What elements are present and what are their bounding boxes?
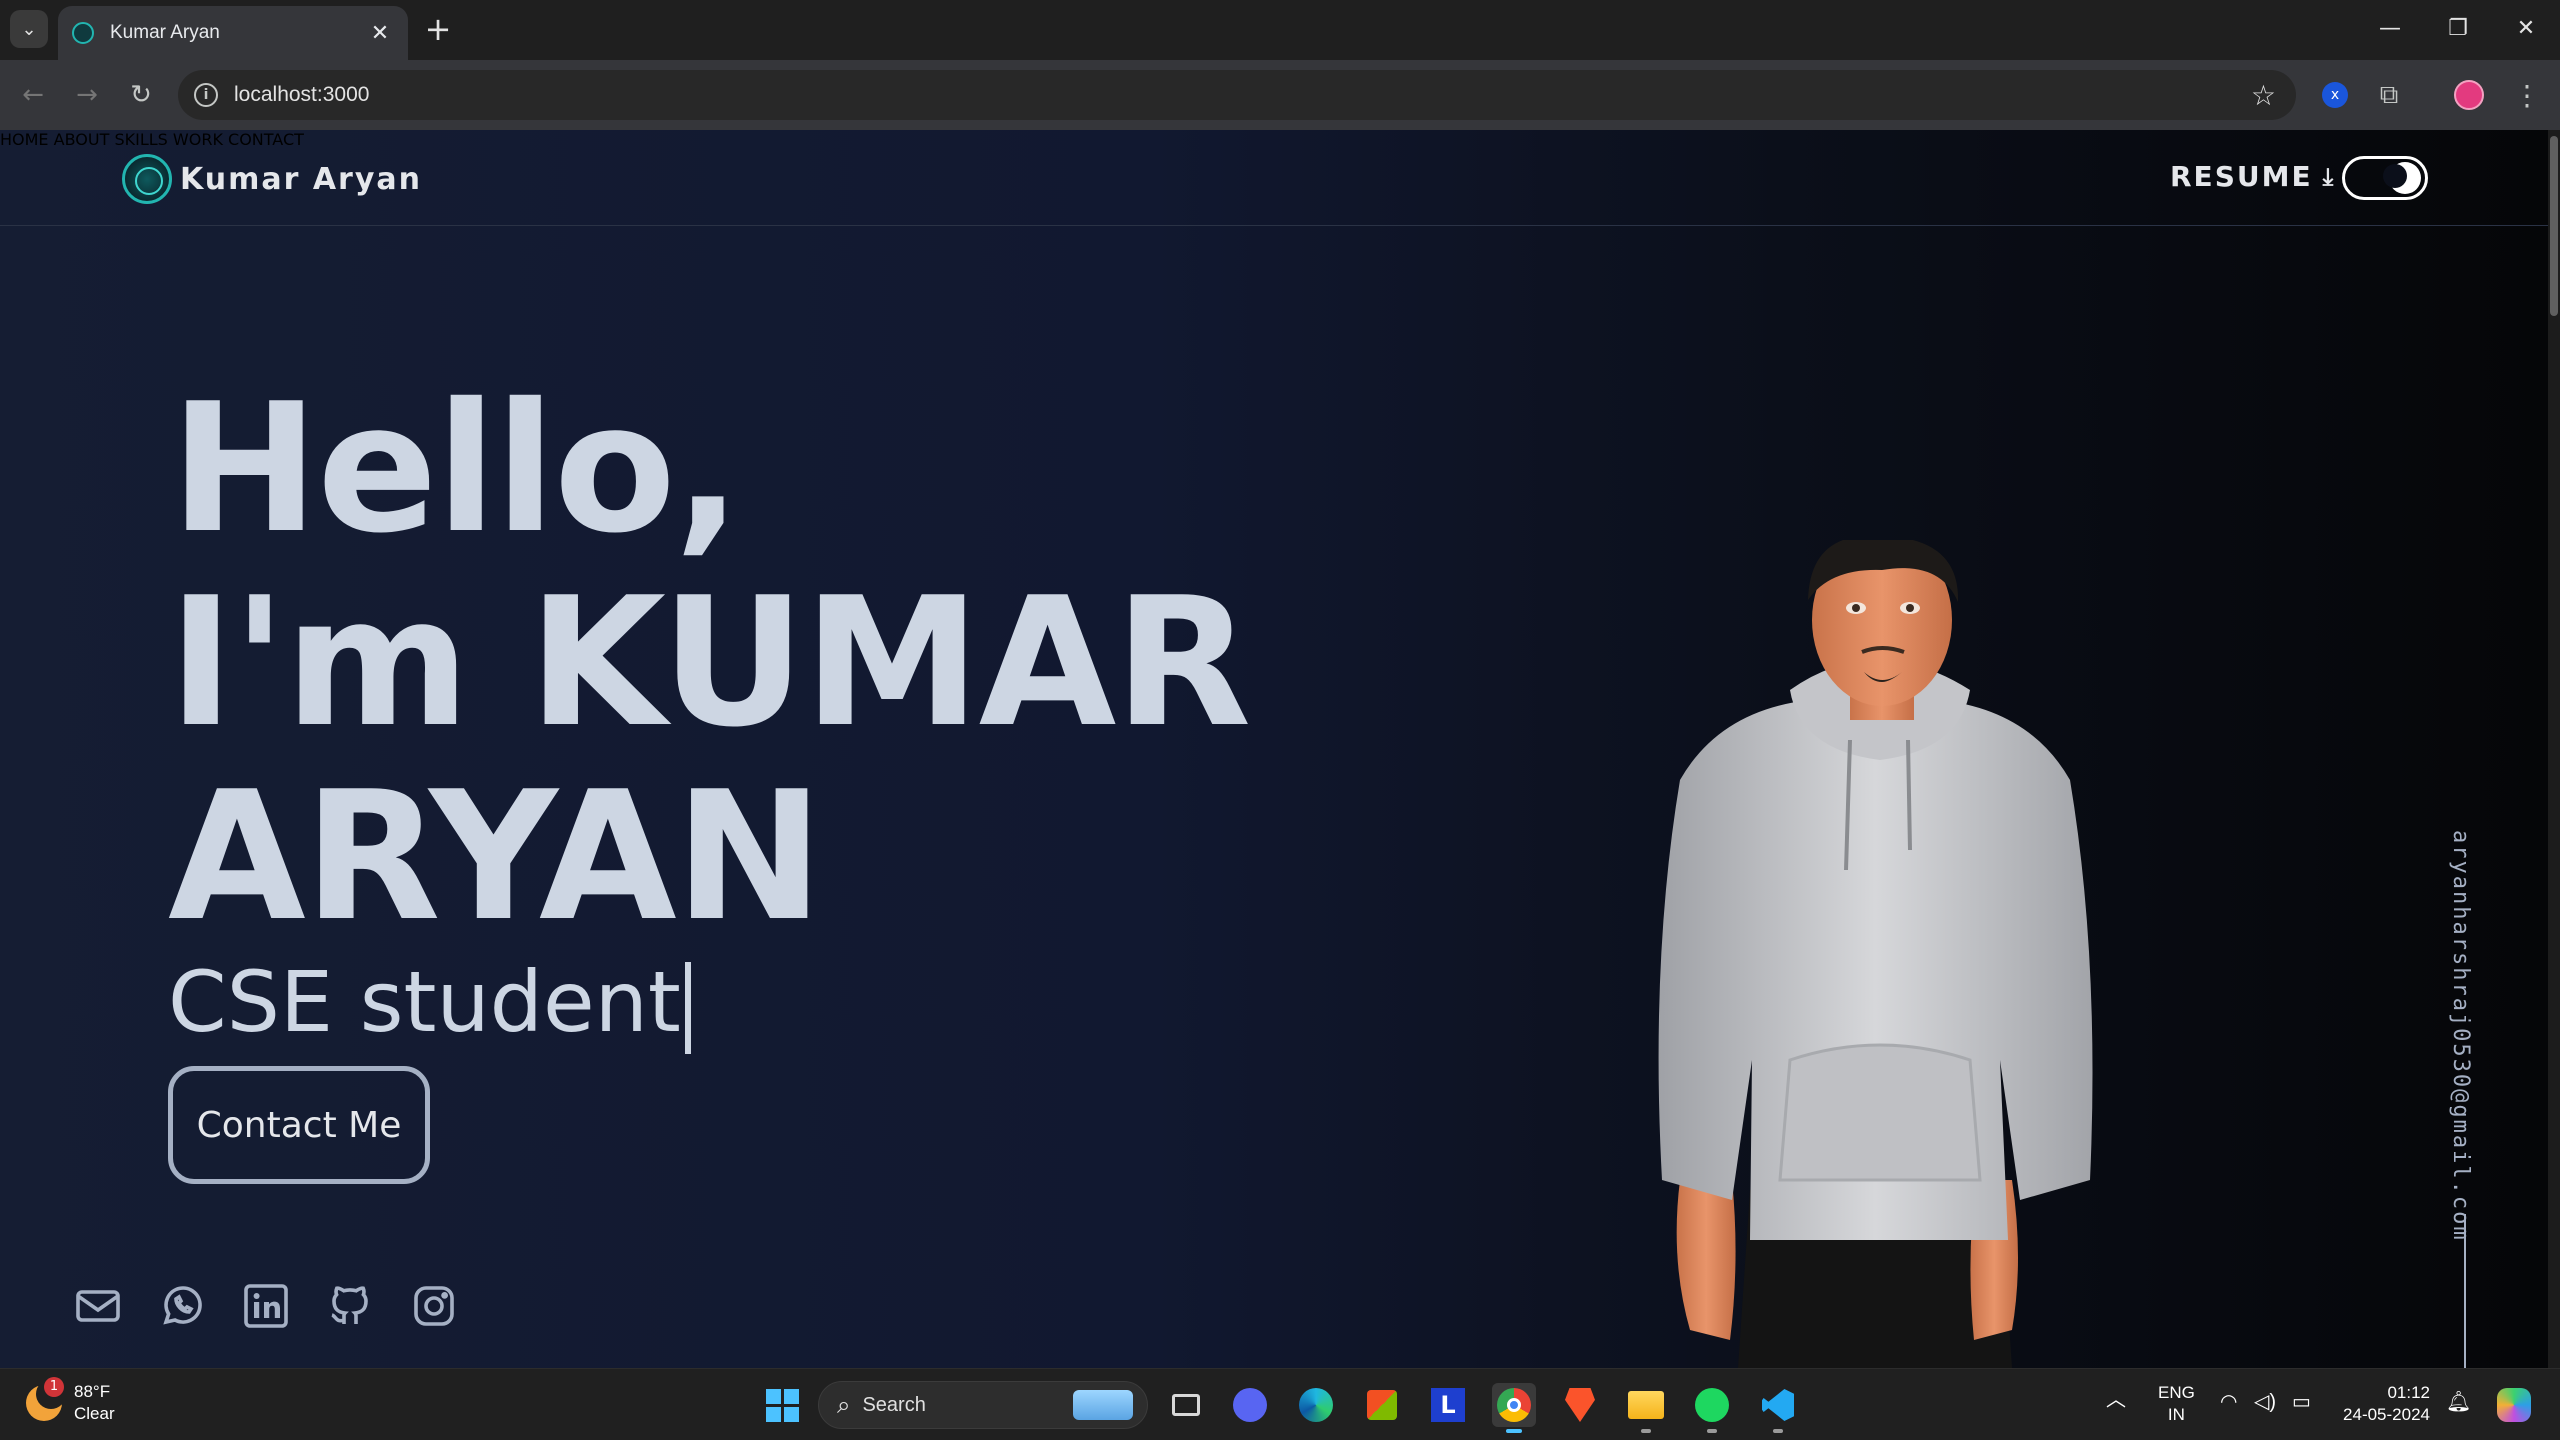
l-app-icon[interactable]: L [1426,1383,1470,1427]
battery-icon[interactable]: ▭ [2292,1391,2311,1413]
whatsapp-icon[interactable] [158,1282,206,1330]
mail-icon[interactable] [74,1282,122,1330]
moon-weather-icon: 1 [26,1377,66,1421]
brand-logo-icon [122,154,172,204]
nav-work[interactable]: WORK [173,130,223,149]
taskbar-search-label: Search [862,1393,926,1416]
instagram-icon[interactable] [410,1282,458,1330]
site-info-icon[interactable]: i [194,83,218,107]
search-highlight-image [1073,1390,1133,1420]
nav-contact[interactable]: CONTACT [228,130,304,149]
site-favicon-icon [72,22,94,44]
brand-name: Kumar Aryan [180,161,422,197]
microsoft-store-icon[interactable] [1360,1383,1404,1427]
taskbar-search[interactable]: ⌕ Search [818,1381,1148,1429]
start-button[interactable] [760,1383,804,1427]
restore-icon[interactable]: ❐ [2428,10,2488,48]
language-indicator[interactable]: ENG IN [2158,1382,2195,1426]
linkedin-icon[interactable] [242,1282,290,1330]
browser-menu-icon[interactable]: ⋮ [2510,78,2544,112]
hero-role: CSE student [168,952,691,1055]
tab-list-dropdown-button[interactable]: ⌄ [10,10,48,48]
hero-name-line-2: ARYAN [168,753,824,960]
page-scrollbar[interactable] [2548,130,2560,1368]
language-code: ENG [2158,1383,2195,1402]
file-explorer-icon[interactable] [1624,1383,1668,1433]
hero-greeting: Hello, [170,365,742,572]
github-icon[interactable] [326,1282,374,1330]
notification-bell-icon[interactable]: 🔔︎ [2446,1391,2471,1413]
nav-about[interactable]: ABOUT [54,130,110,149]
copilot-icon[interactable] [2492,1383,2536,1427]
windows-logo-icon [765,1388,799,1422]
language-region: IN [2167,1405,2185,1424]
weather-condition: Clear [74,1404,115,1423]
vscode-icon[interactable] [1756,1383,1800,1433]
edge-icon[interactable] [1294,1383,1338,1427]
3d-avatar-illustration [1658,540,2093,1368]
nav-home[interactable]: HOME [0,130,49,149]
clock[interactable]: 01:12 24-05-2024 [2340,1382,2430,1426]
site-header: Kumar Aryan HOME ABOUT SKILLS WORK CONTA… [0,130,2548,226]
tab-title: Kumar Aryan [110,22,220,43]
brand[interactable]: Kumar Aryan [122,154,422,204]
vertical-divider-line [2464,1214,2466,1368]
minimize-icon[interactable]: — [2360,10,2420,48]
vertical-email-link[interactable]: aryanharshraj0530@gmail.com [2448,830,2473,1242]
task-view-icon[interactable] [1164,1383,1208,1427]
browser-tab[interactable]: Kumar Aryan ✕ [58,6,408,60]
browser-tab-bar: ⌄ Kumar Aryan ✕ + — ❐ ✕ [0,0,2560,60]
weather-temp: 88°F [74,1382,111,1401]
moon-icon [2383,162,2421,194]
tab-close-icon[interactable]: ✕ [366,21,394,46]
browser-toolbar: ← → ↻ i localhost:3000 ☆ x ⧉ ⋮ [0,60,2560,130]
new-tab-button[interactable]: + [420,12,456,46]
weather-badge: 1 [44,1377,64,1397]
bookmark-star-icon[interactable]: ☆ [2251,79,2276,112]
scrollbar-thumb[interactable] [2550,136,2558,316]
clock-time: 01:12 [2387,1383,2430,1402]
wifi-icon[interactable]: ◠ [2220,1391,2237,1413]
search-icon: ⌕ [837,1391,851,1419]
hero-name-line-1: I'm KUMAR [168,559,1251,766]
spotify-icon[interactable] [1690,1383,1734,1433]
portfolio-page: Kumar Aryan HOME ABOUT SKILLS WORK CONTA… [0,130,2548,1368]
profile-avatar[interactable] [2452,78,2486,112]
windows-taskbar: 1 88°F Clear ⌕ Search L ︿ ENG IN ◠ ◁) ▭ … [0,1368,2560,1440]
address-bar-url[interactable]: localhost:3000 [234,83,369,107]
close-window-icon[interactable]: ✕ [2496,10,2556,48]
theme-toggle[interactable] [2342,156,2428,200]
back-arrow-icon[interactable]: ← [14,76,52,114]
brave-icon[interactable] [1558,1383,1602,1427]
typing-caret [684,962,691,1055]
chrome-icon[interactable] [1492,1383,1536,1433]
resume-download-button[interactable]: RESUME ⤓ [2170,160,2335,193]
contact-me-button[interactable]: Contact Me [168,1066,430,1184]
main-nav: HOME ABOUT SKILLS WORK CONTACT [0,130,2548,149]
hero-role-text: CSE student [168,953,681,1051]
nav-skills[interactable]: SKILLS [114,130,167,149]
forward-arrow-icon[interactable]: → [68,76,106,114]
clock-date: 24-05-2024 [2343,1405,2430,1424]
volume-icon[interactable]: ◁) [2254,1391,2276,1413]
discord-icon[interactable] [1228,1383,1272,1427]
extensions-puzzle-icon[interactable]: ⧉ [2372,78,2406,112]
reload-icon[interactable]: ↻ [122,76,160,114]
download-icon: ⤓ [2322,162,2336,191]
weather-widget[interactable]: 1 88°F Clear [26,1377,115,1425]
resume-label: RESUME [2170,160,2313,193]
address-bar[interactable]: i localhost:3000 ☆ [178,70,2296,120]
show-hidden-icons[interactable]: ︿ [2106,1389,2126,1411]
extension-x-icon[interactable]: x [2318,78,2352,112]
